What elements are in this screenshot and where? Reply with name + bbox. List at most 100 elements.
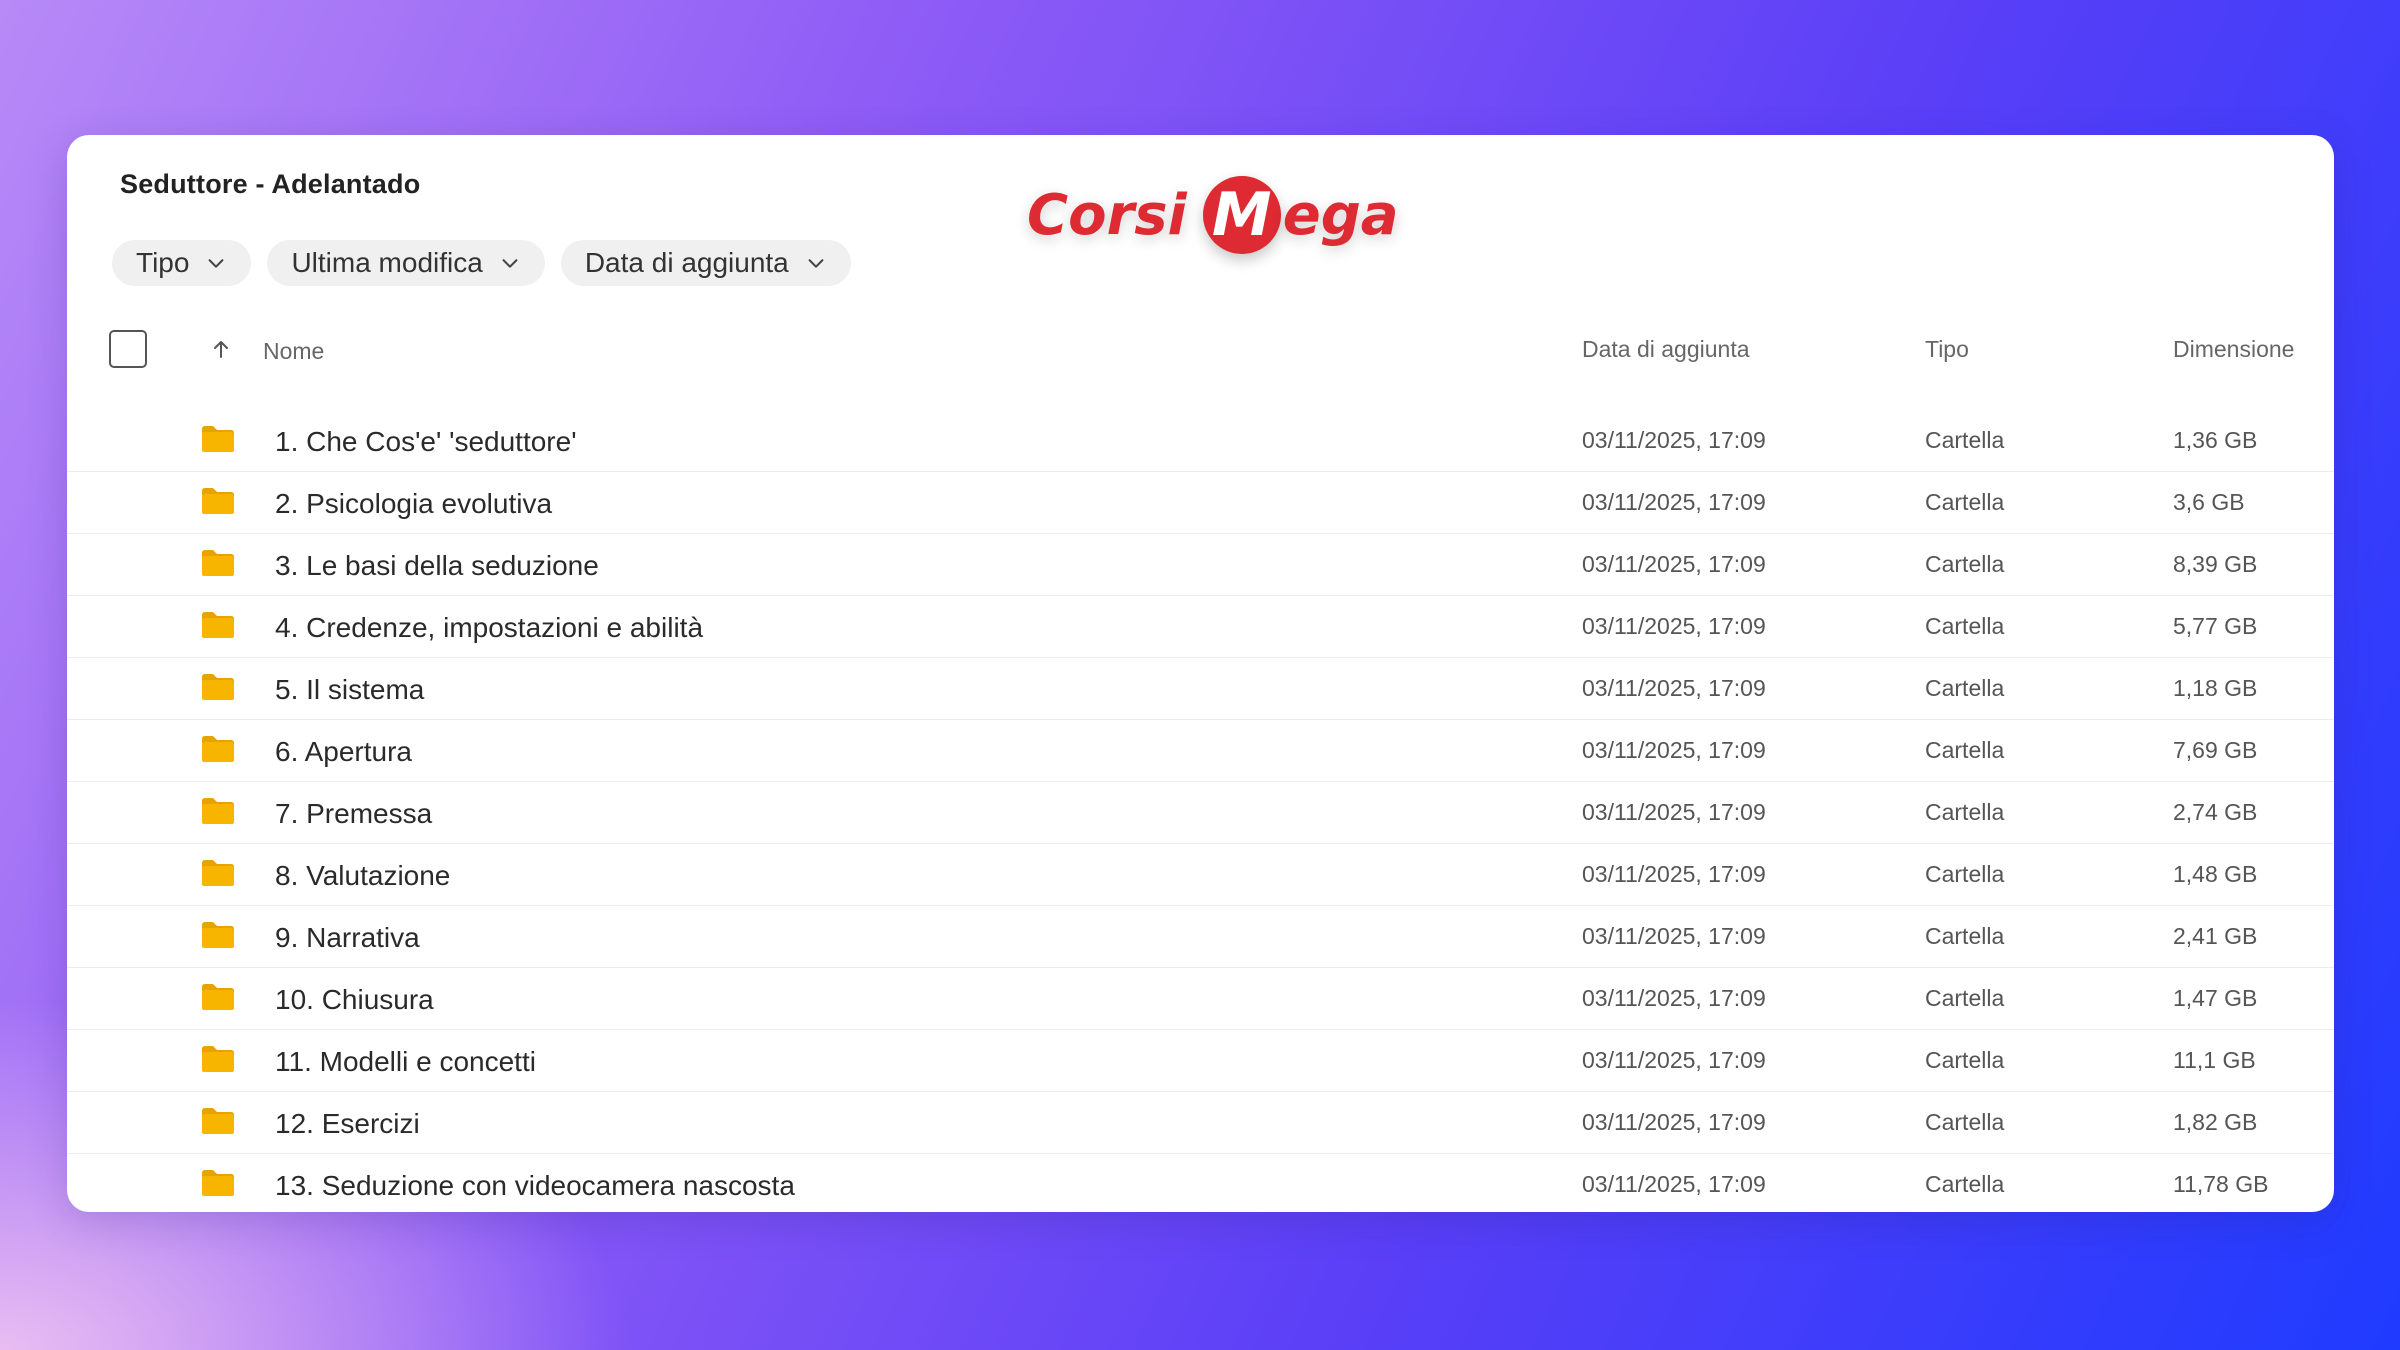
file-size: 11,1 GB — [2173, 1047, 2256, 1073]
file-size: 8,39 GB — [2173, 551, 2258, 577]
date-added: 03/11/2025, 17:09 — [1582, 427, 1766, 453]
date-added: 03/11/2025, 17:09 — [1582, 1171, 1766, 1197]
date-added: 03/11/2025, 17:09 — [1582, 489, 1766, 515]
table-row[interactable]: 6. Apertura 03/11/2025, 17:09 Cartella 7… — [67, 719, 2334, 781]
file-type: Cartella — [1925, 861, 2005, 887]
file-type: Cartella — [1925, 489, 2005, 515]
file-type: Cartella — [1925, 675, 2005, 701]
table-row[interactable]: 1. Che Cos'e' 'seduttore' 03/11/2025, 17… — [67, 410, 2334, 471]
select-all-checkbox[interactable] — [109, 330, 147, 368]
date-added: 03/11/2025, 17:09 — [1582, 737, 1766, 763]
filter-label: Tipo — [136, 247, 190, 278]
file-size: 7,69 GB — [2173, 737, 2258, 763]
file-size: 2,74 GB — [2173, 799, 2258, 825]
date-added: 03/11/2025, 17:09 — [1582, 1109, 1766, 1135]
chevron-down-icon — [502, 259, 518, 268]
folder-icon — [202, 488, 234, 514]
chevron-down-icon — [209, 259, 224, 268]
date-added: 03/11/2025, 17:09 — [1582, 799, 1766, 825]
file-name[interactable]: 2. Psicologia evolutiva — [275, 488, 552, 520]
filter-tipo[interactable]: Tipo — [112, 240, 252, 286]
arrow-up-icon[interactable] — [209, 337, 233, 361]
corsi-mega-logo: Corsi M ega — [1027, 170, 1399, 260]
table-row[interactable]: 8. Valutazione 03/11/2025, 17:09 Cartell… — [67, 843, 2334, 905]
folder-icon — [202, 798, 234, 824]
folder-icon — [202, 860, 234, 886]
date-added: 03/11/2025, 17:09 — [1582, 861, 1766, 887]
file-size: 5,77 GB — [2173, 613, 2258, 639]
date-added: 03/11/2025, 17:09 — [1582, 613, 1766, 639]
file-type: Cartella — [1925, 737, 2005, 763]
table-row[interactable]: 13. Seduzione con videocamera nascosta 0… — [67, 1153, 2334, 1212]
file-size: 1,36 GB — [2173, 427, 2258, 453]
file-name[interactable]: 9. Narrativa — [275, 922, 420, 954]
file-size: 1,47 GB — [2173, 985, 2258, 1011]
file-type: Cartella — [1925, 551, 2005, 577]
table-row[interactable]: 2. Psicologia evolutiva 03/11/2025, 17:0… — [67, 471, 2334, 533]
chevron-down-icon — [808, 259, 824, 268]
table-row[interactable]: 12. Esercizi 03/11/2025, 17:09 Cartella … — [67, 1091, 2334, 1153]
filter-bar: Tipo Ultima modifica Data di aggiunta — [112, 240, 851, 286]
file-type: Cartella — [1925, 1171, 2005, 1197]
column-header-name[interactable]: Nome — [263, 338, 324, 365]
folder-icon — [202, 736, 234, 762]
folder-icon — [202, 1170, 234, 1196]
filter-data-di-aggiunta[interactable]: Data di aggiunta — [560, 240, 851, 286]
file-size: 2,41 GB — [2173, 923, 2258, 949]
file-name[interactable]: 12. Esercizi — [275, 1108, 420, 1140]
folder-icon — [202, 426, 234, 452]
file-type: Cartella — [1925, 427, 2005, 453]
filter-ultima-modifica[interactable]: Ultima modifica — [267, 240, 545, 286]
file-type: Cartella — [1925, 1109, 2005, 1135]
filter-label: Data di aggiunta — [584, 247, 789, 278]
file-size: 11,78 GB — [2173, 1171, 2269, 1197]
file-name[interactable]: 13. Seduzione con videocamera nascosta — [275, 1170, 795, 1202]
table-row[interactable]: 11. Modelli e concetti 03/11/2025, 17:09… — [67, 1029, 2334, 1091]
file-type: Cartella — [1925, 985, 2005, 1011]
table-row[interactable]: 7. Premessa 03/11/2025, 17:09 Cartella 2… — [67, 781, 2334, 843]
table-row[interactable]: 5. Il sistema 03/11/2025, 17:09 Cartella… — [67, 657, 2334, 719]
logo-word-ega: ega — [1282, 182, 1399, 248]
date-added: 03/11/2025, 17:09 — [1582, 985, 1766, 1011]
date-added: 03/11/2025, 17:09 — [1582, 1047, 1766, 1073]
folder-icon — [202, 550, 234, 576]
table-row[interactable]: 9. Narrativa 03/11/2025, 17:09 Cartella … — [67, 905, 2334, 967]
logo-word-corsi: Corsi — [1027, 182, 1187, 248]
column-header-type[interactable]: Tipo — [1925, 336, 1969, 363]
table-row[interactable]: 10. Chiusura 03/11/2025, 17:09 Cartella … — [67, 967, 2334, 1029]
folder-title: Seduttore - Adelantado — [120, 169, 421, 199]
column-header-size[interactable]: Dimensione — [2173, 336, 2294, 363]
file-name[interactable]: 3. Le basi della seduzione — [275, 550, 599, 582]
folder-icon — [202, 1108, 234, 1134]
table-row[interactable]: 3. Le basi della seduzione 03/11/2025, 1… — [67, 533, 2334, 595]
file-size: 1,18 GB — [2173, 675, 2258, 701]
file-size: 1,48 GB — [2173, 861, 2258, 887]
file-name[interactable]: 5. Il sistema — [275, 674, 424, 706]
folder-icon — [202, 674, 234, 700]
file-type: Cartella — [1925, 1047, 2005, 1073]
file-name[interactable]: 6. Apertura — [275, 736, 412, 768]
file-list: 1. Che Cos'e' 'seduttore' 03/11/2025, 17… — [67, 410, 2334, 1212]
filter-label: Ultima modifica — [291, 247, 483, 278]
file-name[interactable]: 11. Modelli e concetti — [275, 1046, 536, 1078]
file-type: Cartella — [1925, 923, 2005, 949]
file-size: 1,82 GB — [2173, 1109, 2258, 1135]
file-name[interactable]: 8. Valutazione — [275, 860, 450, 892]
file-name[interactable]: 4. Credenze, impostazioni e abilità — [275, 612, 703, 644]
folder-icon — [202, 984, 234, 1010]
logo-m-badge: M — [1202, 176, 1281, 254]
file-type: Cartella — [1925, 799, 2005, 825]
file-name[interactable]: 1. Che Cos'e' 'seduttore' — [275, 426, 577, 458]
file-name[interactable]: 7. Premessa — [275, 798, 432, 830]
table-row[interactable]: 4. Credenze, impostazioni e abilità 03/1… — [67, 595, 2334, 657]
file-size: 3,6 GB — [2173, 489, 2245, 515]
column-header-date[interactable]: Data di aggiunta — [1582, 336, 1750, 363]
folder-icon — [202, 1046, 234, 1072]
table-header: Nome Data di aggiunta Tipo Dimensione — [67, 330, 2334, 392]
file-browser-panel: Seduttore - Adelantado Corsi M ega Tipo … — [67, 135, 2334, 1212]
date-added: 03/11/2025, 17:09 — [1582, 551, 1766, 577]
file-name[interactable]: 10. Chiusura — [275, 984, 434, 1016]
folder-icon — [202, 922, 234, 948]
file-type: Cartella — [1925, 613, 2005, 639]
date-added: 03/11/2025, 17:09 — [1582, 675, 1766, 701]
